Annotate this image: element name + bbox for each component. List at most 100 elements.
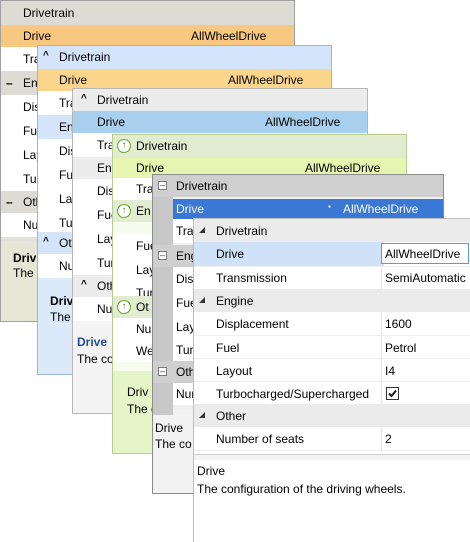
collapse-icon[interactable]: – (158, 181, 167, 190)
expanded-triangle-icon[interactable]: ◢ (199, 295, 205, 304)
category-label: Drivetrain (97, 93, 149, 107)
property-name: Fuel (216, 341, 240, 355)
splitter-grip: •••••••• (322, 454, 339, 457)
collapse-arrow-icon[interactable]: ↑ (117, 300, 131, 314)
category-label: Drivetrain (136, 139, 188, 153)
property-name: Drive (176, 202, 205, 216)
collapse-icon[interactable]: – (6, 195, 13, 209)
property-row-drive[interactable]: Drive AllWheelDrive (194, 242, 470, 266)
collapse-icon[interactable]: ^ (43, 50, 49, 61)
property-row-turbo[interactable]: Turbocharged/Supercharged (194, 381, 470, 404)
property-row-drive[interactable]: Drive AllWheelDrive (1, 25, 294, 47)
property-name: Drive (216, 247, 245, 261)
description-panel: Drive The configuration of the driving w… (194, 460, 470, 542)
category-other[interactable]: ◢ Other (194, 404, 470, 427)
expanded-triangle-icon[interactable]: ◢ (199, 225, 205, 234)
property-name: Tur (176, 343, 194, 357)
category-label: En (136, 204, 151, 218)
property-name: Fue (176, 296, 194, 310)
property-name: Layout (216, 364, 253, 378)
property-name: Lay (136, 263, 152, 277)
description-title: Drive (155, 421, 184, 435)
property-row-drive[interactable]: Drive ▪ AllWheelDrive (173, 199, 443, 219)
description-title: Drive (77, 335, 108, 349)
category-drivetrain[interactable]: ^ Drivetrain (38, 46, 331, 69)
property-row-layout[interactable]: Layout I4 (194, 358, 470, 381)
category-drivetrain[interactable]: ^ Drivetrain (73, 89, 367, 111)
property-name: Dis (97, 184, 113, 198)
property-row-seats[interactable]: Number of seats 2 (194, 427, 470, 450)
property-name: Turbocharged/Supercharged (216, 387, 369, 401)
description-text: The c (13, 266, 39, 280)
collapse-icon[interactable]: ^ (43, 236, 49, 247)
collapse-icon[interactable]: – (158, 251, 167, 260)
property-row-drive[interactable]: Drive AllWheelDrive (73, 111, 367, 133)
category-label: Drivetrain (176, 179, 228, 193)
collapse-icon[interactable]: ^ (81, 93, 87, 104)
description-title: Driv (13, 251, 37, 265)
category-drivetrain[interactable]: Drivetrain (1, 1, 294, 25)
property-name: Lay (97, 232, 113, 246)
property-value[interactable]: 1600 (385, 317, 412, 331)
turbo-checkbox[interactable] (386, 387, 399, 400)
property-value[interactable]: AllWheelDrive (305, 161, 380, 175)
description-title: Drive (197, 464, 226, 478)
collapse-icon[interactable]: – (6, 76, 13, 90)
category-label: Drivetrain (216, 224, 268, 238)
property-name: Tra (136, 182, 152, 196)
property-name: Tra (97, 138, 113, 152)
property-name: Lay (176, 320, 194, 334)
property-value[interactable]: SemiAutomatic (385, 271, 466, 285)
dropdown-icon[interactable]: ▪ (328, 202, 331, 211)
category-label: Engine (216, 294, 254, 308)
collapse-arrow-icon[interactable]: ↑ (117, 139, 131, 153)
collapse-icon[interactable]: ^ (81, 279, 87, 290)
category-drivetrain[interactable]: ◢ Drivetrain (194, 219, 470, 242)
category-label: Ot (136, 300, 149, 314)
property-row-displacement[interactable]: Displacement 1600 (194, 312, 470, 335)
property-name: Transmission (216, 271, 287, 285)
property-name: Nu (97, 302, 113, 316)
category-label: Oth (97, 279, 113, 293)
expanded-triangle-icon[interactable]: ◢ (199, 410, 205, 419)
description-title: Driv (127, 385, 149, 399)
category-drivetrain[interactable]: – Drivetrain (153, 175, 443, 197)
category-label: Eng (176, 249, 194, 263)
property-value[interactable]: I4 (385, 364, 395, 378)
collapse-icon[interactable]: – (158, 367, 167, 376)
collapse-arrow-icon[interactable]: ↑ (117, 204, 131, 218)
category-drivetrain[interactable]: ↑ Drivetrain (113, 135, 406, 158)
property-name: Drive (59, 73, 88, 87)
property-name: Fue (97, 208, 113, 222)
category-label: Oth (176, 365, 194, 379)
property-name: Displacement (216, 317, 289, 331)
property-value[interactable]: 2 (385, 432, 392, 446)
property-name: We (136, 344, 152, 358)
description-text: The configuration of the driving wheels. (197, 482, 406, 496)
property-name: Tur (97, 256, 113, 270)
category-label: Drivetrain (23, 6, 75, 20)
property-value[interactable]: AllWheelDrive (265, 115, 340, 129)
property-name: Number of seats (216, 432, 305, 446)
property-value[interactable]: AllWheelDrive (191, 29, 266, 43)
property-name: Fue (136, 239, 152, 253)
property-name: Drive (23, 29, 52, 43)
property-value[interactable]: AllWheelDrive (343, 202, 418, 216)
description-text: The co (155, 437, 192, 451)
checkmark-icon (388, 389, 397, 398)
description-text: The co (77, 352, 114, 366)
property-value: AllWheelDrive (385, 247, 461, 261)
property-name: Drive (136, 161, 165, 175)
category-engine[interactable]: ◢ Engine (194, 289, 470, 312)
property-name: Drive (97, 115, 126, 129)
category-label: Drivetrain (59, 50, 111, 64)
property-name: Dis (176, 272, 194, 286)
property-grid-main: ◢ Drivetrain Drive AllWheelDrive Transmi… (193, 218, 470, 542)
property-name: Tra (176, 224, 194, 238)
property-row-transmission[interactable]: Transmission SemiAutomatic (194, 266, 470, 289)
property-value[interactable]: Petrol (385, 341, 416, 355)
property-row-fuel[interactable]: Fuel Petrol (194, 335, 470, 358)
property-value[interactable]: AllWheelDrive (228, 73, 303, 87)
property-name: Nu (136, 322, 152, 336)
drive-value-editor[interactable]: AllWheelDrive (381, 243, 469, 264)
